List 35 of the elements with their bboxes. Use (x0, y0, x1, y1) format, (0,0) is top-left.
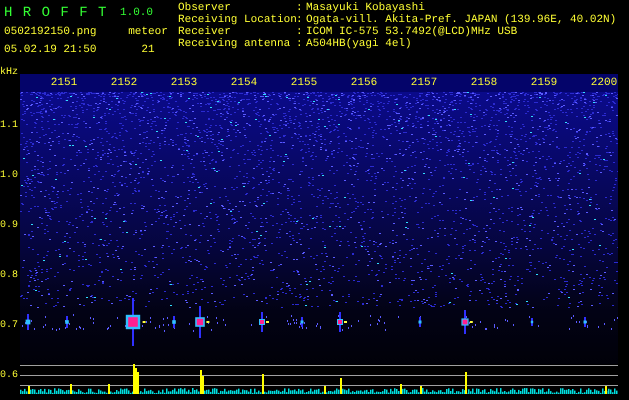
axis-label: 2155 (290, 76, 318, 91)
axis-label: 0.7 (0, 318, 20, 332)
axis-label: 0.6 (0, 368, 20, 382)
axis-label: 1.1 (0, 118, 20, 132)
info-label: Receiver (178, 26, 232, 38)
axis-label: 2153 (170, 76, 198, 91)
info-value: ICOM IC-575 53.7492(@LCD)MHz USB (306, 26, 518, 38)
axis-label: 0.9 (0, 218, 20, 232)
axis-label: 2152 (110, 76, 138, 91)
axis-label: 2154 (230, 76, 258, 91)
info-separator: : (296, 2, 304, 14)
app-title: H R O F F T (4, 5, 108, 21)
info-separator: : (296, 26, 304, 38)
date-time: 05.02.19 21:50 (4, 44, 98, 56)
file-name: 0502192150.png (4, 26, 98, 38)
axis-label: 1.0 (0, 168, 20, 182)
info-label: Receiving antenna (178, 38, 292, 50)
axis-label: 2156 (350, 76, 378, 91)
axis-label: 2159 (530, 76, 558, 91)
axis-label: 2157 (410, 76, 438, 91)
info-value: Ogata-vill. Akita-Pref. JAPAN (139.96E, 40.02N) (306, 14, 616, 26)
info-separator: : (296, 38, 304, 50)
axis-label: 2158 (470, 76, 498, 91)
unit-label: kHz (0, 66, 20, 80)
version-label: 1.0.0 (120, 7, 154, 19)
axis-label: 2151 (50, 76, 78, 91)
axis-label: 2200 (590, 76, 618, 91)
axis-label: 0.8 (0, 268, 20, 282)
info-value: A504HB(yagi 4el) (306, 38, 413, 50)
info-separator: : (296, 14, 304, 26)
info-value: Masayuki Kobayashi (306, 2, 426, 14)
counter-label: meteor (127, 26, 169, 38)
info-label: Observer (178, 2, 232, 14)
info-label: Receiving Location (178, 14, 296, 26)
counter-value: 21 (140, 44, 156, 56)
